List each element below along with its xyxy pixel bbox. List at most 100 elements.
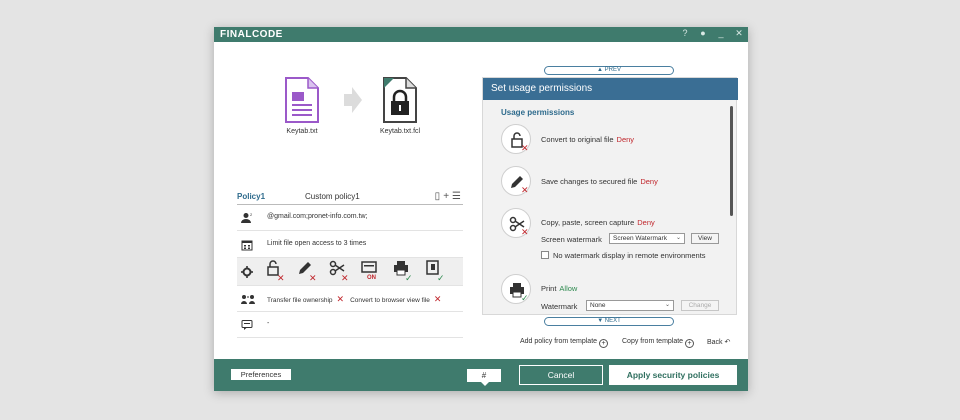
undo-icon: ↶	[724, 339, 731, 346]
policy-template: Custom policy1	[305, 192, 360, 201]
screen-watermark-select[interactable]: Screen Watermark ⌄	[609, 233, 685, 244]
add-icon[interactable]: +	[443, 191, 449, 202]
locked-file-icon	[383, 77, 418, 123]
screen-watermark-value: Screen Watermark	[613, 235, 667, 242]
perm-status: Deny	[640, 177, 658, 186]
permissions-panel: Set usage permissions Usage permissions …	[482, 77, 738, 316]
chevron-down-icon: ⌄	[664, 302, 670, 308]
perm-item-copy[interactable]: ✕ Copy, paste, screen capture Deny Screen…	[501, 208, 721, 268]
perm-label: Print	[541, 284, 557, 293]
perm-status: Allow	[559, 284, 578, 293]
panel-title: Set usage permissions	[483, 78, 738, 100]
permissions-row[interactable]: ✕ ✕ ✕ ON ✓ ✓	[237, 258, 463, 286]
recipients-icon: 2	[241, 212, 253, 223]
comment-text: -	[267, 320, 270, 327]
perm-watermark: ✓	[425, 260, 449, 284]
access-limit-row[interactable]: Limit file open access to 3 times	[237, 232, 463, 258]
prev-button[interactable]: ▲ PREV	[544, 66, 674, 75]
trash-icon[interactable]: ▯	[435, 191, 441, 202]
perm-screen-watermark: ON	[361, 260, 385, 284]
cancel-button[interactable]: Cancel	[519, 365, 603, 385]
perm-print: ✓	[393, 260, 417, 284]
preferences-button[interactable]: Preferences	[231, 369, 291, 380]
allow-mark-icon: ✓	[405, 273, 413, 283]
perm-item-convert[interactable]: ✕ Convert to original file Deny	[501, 124, 721, 158]
title-bar: FINALCODE ? ● _ ✕	[214, 27, 748, 42]
perm-icon-circle[interactable]: ✕	[501, 208, 531, 238]
add-circle-icon: +	[685, 339, 695, 348]
transfer-users-icon	[241, 295, 255, 304]
chevron-down-icon: ⌄	[675, 235, 681, 241]
minimize-icon[interactable]: _	[716, 28, 726, 39]
gear-icon	[241, 266, 253, 278]
perm-icon-circle[interactable]: ✓	[501, 274, 531, 304]
back-link[interactable]: Back ↶	[707, 338, 730, 346]
policy-header: Policy1 Custom policy1 ▯ + ☰	[237, 191, 463, 204]
usage-permissions-title: Usage permissions	[501, 108, 575, 117]
user-icon[interactable]: ●	[698, 28, 708, 39]
convert-browser-text: Convert to browser view file	[350, 297, 430, 304]
footer-bar: Preferences # Cancel Apply security poli…	[214, 359, 748, 391]
recipients-row[interactable]: 2 @gmail.com;pronet-info.com.tw;	[237, 205, 463, 231]
allow-mark-icon: ✓	[521, 293, 529, 303]
perm-status: Deny	[616, 135, 635, 144]
deny-mark-icon: ✕	[336, 294, 345, 304]
apply-button[interactable]: Apply security policies	[609, 365, 737, 385]
comment-row[interactable]: -	[237, 312, 463, 338]
access-limit-text: Limit file open access to 3 times	[267, 240, 367, 247]
deny-mark-icon: ✕	[277, 273, 285, 283]
next-label: NEXT	[604, 318, 621, 324]
add-policy-link[interactable]: Add policy from template +	[520, 338, 609, 348]
hash-button[interactable]: #	[467, 369, 501, 386]
deny-mark-icon: ✕	[521, 227, 529, 237]
prev-label: PREV	[604, 67, 621, 73]
perm-item-save[interactable]: ✕ Save changes to secured file Deny	[501, 166, 721, 200]
calendar-icon	[241, 240, 253, 251]
target-file: Keytab.txt.fcl	[380, 77, 420, 135]
transfer-row[interactable]: Transfer file ownership ✕ Convert to brows…	[237, 286, 463, 312]
source-file: Keytab.txt	[284, 77, 320, 135]
transfer-ownership-text: Transfer file ownership	[267, 297, 333, 304]
text-file-icon	[285, 77, 319, 123]
no-watermark-label: No watermark display in remote environme…	[553, 251, 706, 260]
perm-icon-circle[interactable]: ✕	[501, 166, 531, 196]
watermark-select[interactable]: None ⌄	[586, 300, 674, 311]
watermark-value: None	[590, 302, 606, 309]
add-circle-icon: +	[599, 339, 609, 348]
allow-mark-icon: ✓	[437, 273, 445, 283]
perm-copy-paste: ✕	[329, 260, 353, 284]
arrow-right-icon	[344, 87, 362, 113]
perm-icon-circle[interactable]: ✕	[501, 124, 531, 154]
deny-mark-icon: ✕	[309, 273, 317, 283]
next-button[interactable]: ▼ NEXT	[544, 317, 674, 326]
deny-mark-icon: ✕	[433, 294, 442, 304]
policy-name[interactable]: Policy1	[237, 192, 265, 201]
perm-label: Save changes to secured file	[541, 177, 638, 186]
app-logo: FINALCODE	[220, 29, 283, 40]
perm-item-print[interactable]: ✓ Print Allow Watermark None ⌄ Change	[501, 274, 721, 316]
back-label: Back	[707, 339, 723, 346]
help-icon[interactable]: ?	[680, 28, 690, 39]
source-file-name: Keytab.txt	[286, 128, 318, 135]
on-label: ON	[367, 275, 376, 281]
close-icon[interactable]: ✕	[734, 28, 744, 39]
svg-text:2: 2	[250, 212, 253, 217]
deny-mark-icon: ✕	[521, 185, 529, 195]
add-policy-label: Add policy from template	[520, 338, 598, 345]
perm-label: Convert to original file	[541, 135, 614, 144]
view-button[interactable]: View	[691, 233, 719, 244]
comment-icon	[241, 320, 253, 330]
watermark-label: Watermark	[541, 302, 578, 311]
screen-watermark-label: Screen watermark	[541, 235, 602, 244]
no-watermark-checkbox[interactable]	[541, 251, 549, 259]
change-button[interactable]: Change	[681, 300, 719, 311]
perm-save-changes: ✕	[297, 260, 321, 284]
main-window: FINALCODE ? ● _ ✕ Keytab.txt Keytab.txt.…	[214, 27, 748, 391]
perm-status: Deny	[637, 218, 655, 227]
copy-template-link[interactable]: Copy from template +	[622, 338, 695, 348]
copy-template-label: Copy from template	[622, 338, 684, 345]
target-file-name: Keytab.txt.fcl	[380, 128, 421, 135]
deny-mark-icon: ✕	[341, 273, 349, 283]
list-icon[interactable]: ☰	[452, 191, 461, 202]
recipients-text: @gmail.com;pronet-info.com.tw;	[267, 213, 368, 220]
